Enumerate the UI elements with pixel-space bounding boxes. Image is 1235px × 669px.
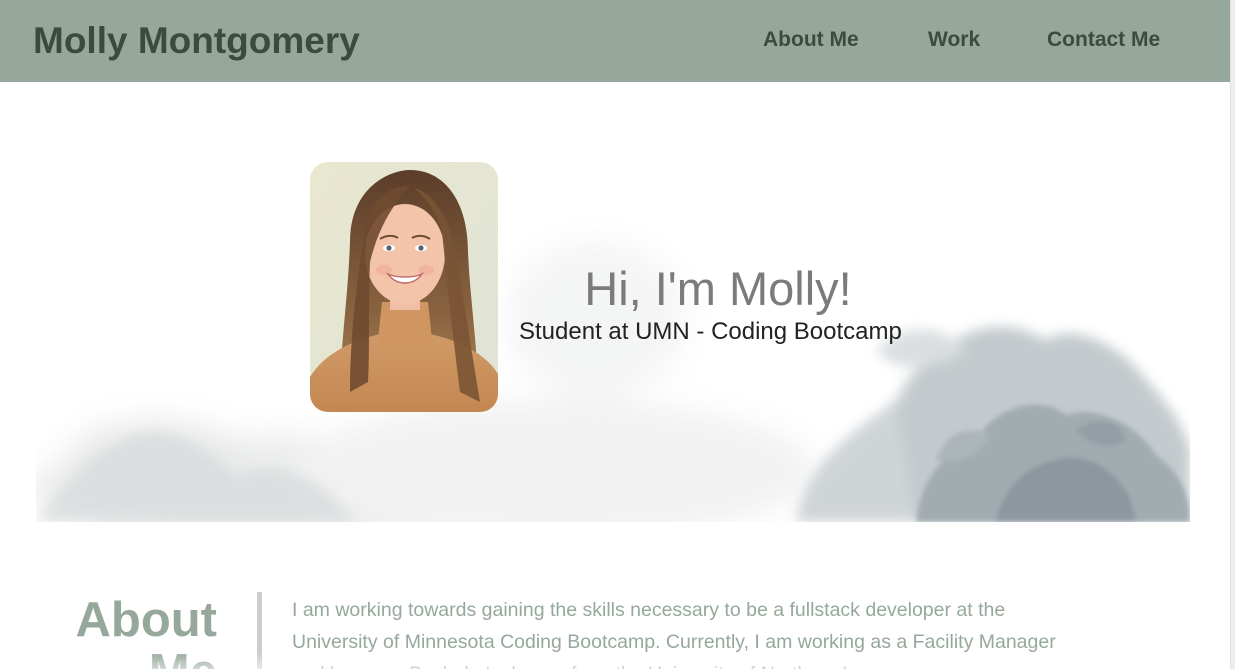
nav-link-contact-me[interactable]: Contact Me — [1047, 26, 1160, 54]
profile-photo-icon — [310, 162, 498, 412]
main-nav: About Me Work Contact Me — [0, 26, 1230, 56]
hero-heading: Hi, I'm Molly! — [584, 262, 852, 315]
hero-subheading: Student at UMN - Coding Bootcamp — [519, 318, 902, 345]
watercolor-splash-icon — [36, 240, 1190, 522]
about-section-text: I am working towards gaining the skills … — [292, 599, 1056, 669]
site-header: Molly Montgomery About Me Work Contact M… — [0, 0, 1230, 82]
window-scroll-edge[interactable] — [1230, 0, 1235, 669]
nav-link-about-me[interactable]: About Me — [763, 26, 859, 54]
about-section-title: About Me — [75, 593, 218, 669]
section-divider — [257, 592, 262, 669]
nav-link-work[interactable]: Work — [928, 26, 980, 54]
portfolio-page: Molly Montgomery About Me Work Contact M… — [0, 0, 1235, 669]
